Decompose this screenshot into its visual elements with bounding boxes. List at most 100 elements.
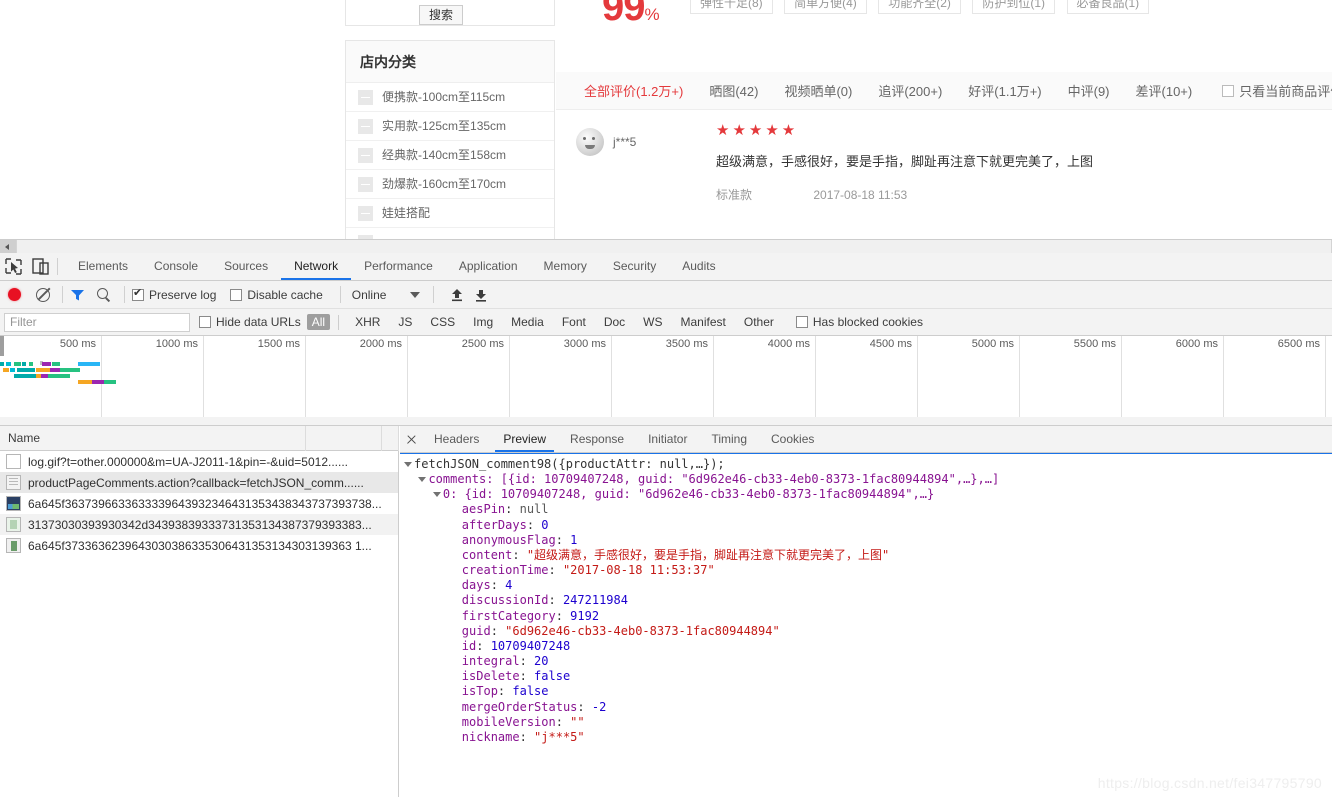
review-text: 超级满意，手感很好，要是手指，脚趾再注意下就更完美了，上图 [716, 154, 1094, 169]
filter-type-xhr[interactable]: XHR [349, 314, 386, 330]
json-field-value: "超级满意，手感很好，要是手指，脚趾再注意下就更完美了，上图" [526, 547, 890, 562]
import-har-icon[interactable] [449, 287, 465, 303]
review-tag[interactable]: 功能齐全(2) [878, 0, 961, 14]
review-tag[interactable]: 必备良品(1) [1066, 0, 1150, 14]
tab-network[interactable]: Network [281, 253, 352, 280]
review-filter-video[interactable]: 视频晒单(0) [784, 81, 852, 100]
table-row[interactable]: log.gif?t=other.000000&m=UA-J2011-1&pin=… [0, 451, 398, 472]
review-filter-neutral[interactable]: 中评(9) [1068, 81, 1110, 100]
tab-security[interactable]: Security [600, 253, 669, 280]
table-row[interactable]: 6a645f3733636239643030386335306431353134… [0, 535, 398, 556]
store-category-item[interactable]: 实用款-125cm至135cm [346, 112, 554, 141]
disclosure-triangle-icon[interactable] [404, 462, 412, 467]
toolbar-divider [62, 286, 63, 303]
column-divider[interactable] [305, 426, 306, 451]
review-tag[interactable]: 简单方便(4) [784, 0, 867, 14]
filter-type-img[interactable]: Img [467, 314, 499, 330]
scrollbar-thumb[interactable] [16, 240, 1332, 253]
tab-console[interactable]: Console [141, 253, 211, 280]
store-category-item[interactable]: 便携款-100cm至115cm [346, 83, 554, 112]
json-field-key: integral [461, 654, 520, 669]
disclosure-triangle-icon[interactable] [418, 477, 427, 483]
json-field-key: anonymousFlag [461, 532, 556, 547]
table-row[interactable]: 6a645f3637396633633339643932346431353438… [0, 493, 398, 514]
disclosure-triangle-icon[interactable] [432, 492, 441, 498]
review-filter-negative[interactable]: 差评(10+) [1136, 81, 1193, 100]
clear-button-icon[interactable] [36, 287, 50, 302]
store-category-item[interactable]: 娃娃搭配 [346, 199, 554, 228]
tab-response[interactable]: Response [558, 426, 636, 452]
export-har-icon[interactable] [473, 287, 489, 303]
waterfall-bar [92, 380, 104, 384]
filter-input[interactable] [4, 312, 190, 332]
toggle-device-toolbar-icon[interactable] [27, 253, 54, 280]
disable-cache-checkbox[interactable]: Disable cache [230, 288, 323, 302]
avatar [576, 128, 604, 156]
tab-preview[interactable]: Preview [491, 426, 558, 452]
inspect-element-icon[interactable] [0, 253, 27, 280]
timeline-tick: 2500 ms [408, 336, 510, 425]
review-body: ★★★★★ 超级满意，手感很好，要是手指，脚趾再注意下就更完美了，上图 标准款 … [716, 122, 1316, 203]
filter-funnel-icon[interactable] [70, 288, 85, 302]
store-category-item[interactable] [346, 228, 554, 239]
json-index-line[interactable]: 0: {id: 10709407248, guid: "6d962e46-cb3… [404, 487, 1332, 502]
review-filter-positive[interactable]: 好评(1.1万+) [968, 81, 1041, 100]
chevron-down-icon[interactable] [410, 291, 421, 298]
has-blocked-cookies-checkbox[interactable]: Has blocked cookies [795, 315, 923, 329]
review-filter-photos[interactable]: 晒图(42) [709, 81, 758, 100]
store-category-item-label: 实用款-125cm至135cm [382, 118, 507, 133]
filter-type-css[interactable]: CSS [424, 314, 461, 330]
record-button-icon[interactable] [8, 288, 21, 301]
review-filter-all[interactable]: 全部评价(1.2万+) [584, 81, 683, 100]
page-horizontal-scrollbar[interactable] [0, 240, 1332, 253]
tab-performance[interactable]: Performance [351, 253, 446, 280]
table-row[interactable]: 31373030393930342d3439383933373135313438… [0, 514, 398, 535]
tab-elements[interactable]: Elements [65, 253, 141, 280]
search-icon[interactable] [97, 287, 111, 302]
table-row[interactable]: productPageComments.action?callback=fetc… [0, 472, 398, 493]
close-icon[interactable] [400, 426, 422, 453]
filter-type-media[interactable]: Media [505, 314, 550, 330]
tab-application[interactable]: Application [446, 253, 531, 280]
filter-type-all[interactable]: All [306, 314, 331, 330]
timeline-tick-label: 2000 ms [359, 338, 402, 350]
tab-initiator[interactable]: Initiator [636, 426, 699, 452]
filter-type-font[interactable]: Font [556, 314, 592, 330]
waterfall-bar [41, 374, 48, 378]
tab-cookies[interactable]: Cookies [759, 426, 826, 452]
waterfall-bar [104, 380, 116, 384]
filter-type-doc[interactable]: Doc [598, 314, 631, 330]
reviewer-info: j***5 [576, 128, 636, 156]
toolbar-divider [338, 314, 340, 330]
hide-data-urls-checkbox[interactable]: Hide data URLs [199, 315, 301, 329]
filter-type-js[interactable]: JS [392, 314, 418, 330]
json-comments-line[interactable]: comments: [{id: 10709407248, guid: "6d96… [404, 472, 1332, 487]
review-filter-followup[interactable]: 追评(200+) [878, 81, 942, 100]
json-root-line[interactable]: fetchJSON_comment98({productAttr: null,…… [404, 457, 1332, 472]
tab-sources[interactable]: Sources [211, 253, 281, 280]
tab-memory[interactable]: Memory [531, 253, 600, 280]
json-field-value: "" [570, 714, 585, 729]
json-field-key: guid [461, 623, 491, 638]
store-category-item[interactable]: 经典款-140cm至158cm [346, 141, 554, 170]
throttling-select[interactable]: Online [352, 288, 387, 302]
column-divider[interactable] [381, 426, 382, 451]
search-button[interactable]: 搜索 [419, 5, 463, 25]
scroll-left-arrow-icon[interactable] [0, 240, 14, 253]
filter-type-ws[interactable]: WS [637, 314, 668, 330]
review-tag[interactable]: 弹性十足(8) [690, 0, 773, 14]
timeline-tick: 4000 ms [714, 336, 816, 425]
review-tag[interactable]: 防护到位(1) [972, 0, 1056, 14]
tab-audits[interactable]: Audits [669, 253, 728, 280]
only-current-product-checkbox[interactable]: 只看当前商品评价 [1222, 81, 1332, 100]
filter-type-other[interactable]: Other [738, 314, 780, 330]
column-header-name[interactable]: Name [0, 426, 40, 450]
preserve-log-checkbox[interactable]: Preserve log [132, 287, 216, 302]
minus-icon [358, 89, 373, 105]
column-divider[interactable] [398, 426, 399, 451]
tab-timing[interactable]: Timing [699, 426, 759, 452]
network-overview-timeline[interactable]: 500 ms 1000 ms 1500 ms 2000 ms 2500 ms 3… [0, 336, 1332, 426]
tab-headers[interactable]: Headers [422, 426, 491, 452]
filter-type-manifest[interactable]: Manifest [675, 314, 732, 330]
store-category-item[interactable]: 劲爆款-160cm至170cm [346, 170, 554, 199]
